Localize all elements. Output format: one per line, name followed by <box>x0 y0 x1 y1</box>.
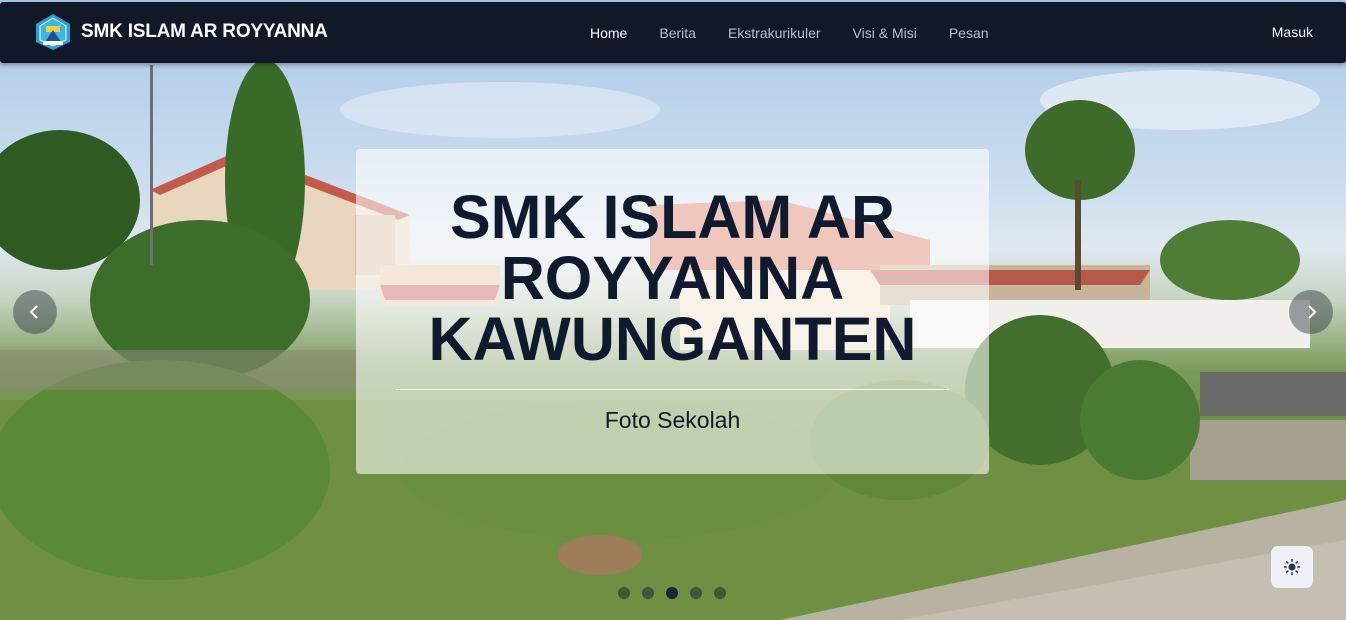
carousel-indicator-2[interactable] <box>642 587 654 599</box>
carousel-indicators <box>618 587 738 599</box>
chevron-left-icon <box>29 305 38 319</box>
carousel-indicator-5[interactable] <box>714 587 726 599</box>
school-logo-icon <box>36 14 70 50</box>
nav-links: Home Berita Ekstrakurikuler Visi & Misi … <box>590 2 1021 63</box>
brand-name: SMK ISLAM AR ROYYANNA <box>81 21 328 42</box>
nav-link-berita[interactable]: Berita <box>659 25 696 41</box>
carousel-caption: SMK ISLAM AR ROYYANNA KAWUNGANTEN Foto S… <box>356 149 989 474</box>
carousel-prev-button[interactable] <box>13 290 57 334</box>
sun-icon <box>1283 558 1301 576</box>
carousel-indicator-1[interactable] <box>618 587 630 599</box>
top-navbar: SMK ISLAM AR ROYYANNA Home Berita Ekstra… <box>0 2 1346 63</box>
nav-link-home[interactable]: Home <box>590 25 627 41</box>
caption-subtitle: Foto Sekolah <box>604 407 741 433</box>
brand[interactable]: SMK ISLAM AR ROYYANNA <box>33 12 328 52</box>
nav-link-pesan[interactable]: Pesan <box>949 25 989 41</box>
nav-link-visi-misi[interactable]: Visi & Misi <box>853 25 917 41</box>
carousel-indicator-3[interactable] <box>666 587 678 599</box>
caption-title: SMK ISLAM AR ROYYANNA KAWUNGANTEN <box>428 183 917 373</box>
nav-link-ekstrakurikuler[interactable]: Ekstrakurikuler <box>728 25 821 41</box>
login-link[interactable]: Masuk <box>1272 24 1313 40</box>
caption-divider <box>396 389 949 390</box>
chevron-right-icon <box>1308 305 1317 319</box>
carousel-indicator-4[interactable] <box>690 587 702 599</box>
carousel-next-button[interactable] <box>1289 290 1333 334</box>
theme-toggle-button[interactable] <box>1271 546 1313 588</box>
